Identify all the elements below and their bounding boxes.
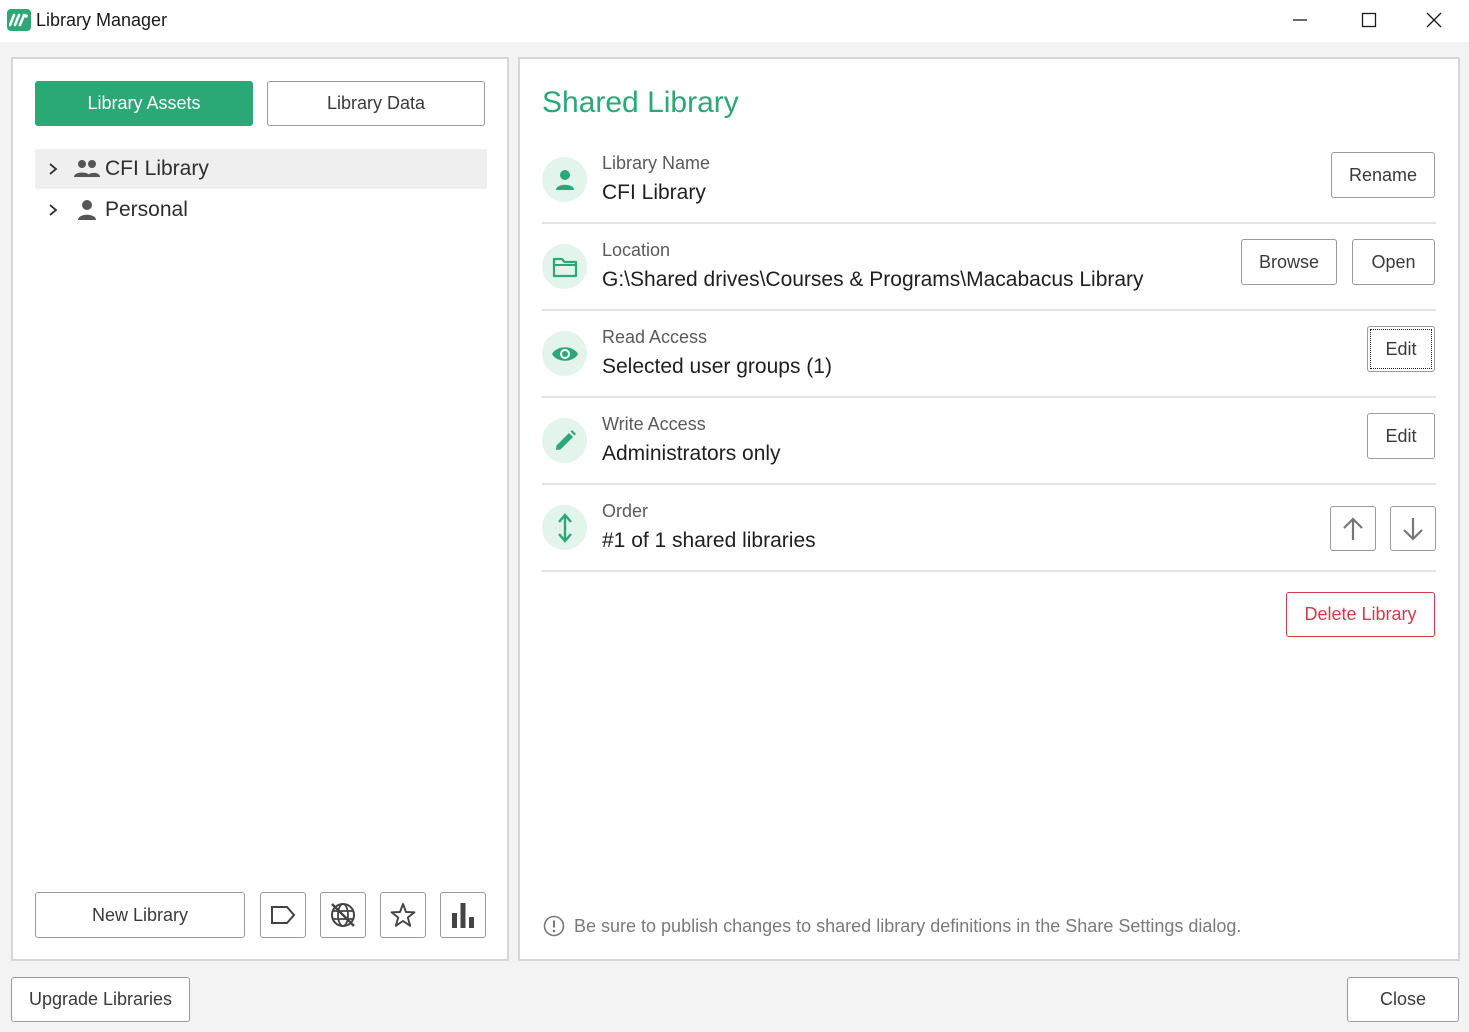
bar-chart-icon: [452, 903, 474, 928]
macabacus-logo-icon: [7, 9, 31, 31]
edit-read-access-button[interactable]: Edit: [1367, 326, 1435, 372]
window-title: Library Manager: [36, 10, 168, 30]
eye-icon: [542, 331, 587, 376]
chevron-right-icon[interactable]: [35, 149, 71, 189]
edit-write-access-button[interactable]: Edit: [1367, 413, 1435, 459]
maximize-button[interactable]: [1334, 0, 1404, 40]
read-access-row: Read Access Selected user groups (1) Edi…: [542, 311, 1436, 398]
person-icon: [542, 157, 587, 202]
write-access-row: Write Access Administrators only Edit: [542, 398, 1436, 485]
write-access-value: Administrators only: [602, 442, 781, 465]
minimize-button[interactable]: [1265, 0, 1335, 40]
tab-library-assets[interactable]: Library Assets: [35, 81, 253, 126]
no-web-icon: [331, 903, 355, 927]
library-name-row: Library Name CFI Library Rename: [542, 137, 1436, 224]
tree-item-label: CFI Library: [105, 157, 209, 180]
no-web-button[interactable]: [320, 892, 366, 938]
close-icon: [1426, 12, 1442, 28]
new-library-button[interactable]: New Library: [35, 892, 245, 938]
tag-icon: [271, 906, 296, 924]
arrow-up-icon: [1343, 516, 1363, 540]
order-value: #1 of 1 shared libraries: [602, 529, 816, 552]
star-icon: [390, 903, 416, 927]
library-details-panel: Shared Library Library Name CFI Library …: [518, 57, 1460, 961]
info-icon: [542, 914, 566, 938]
library-tree-panel: Library Assets Library Data CFI Library …: [11, 57, 509, 961]
location-row: Location G:\Shared drives\Courses & Prog…: [542, 224, 1436, 311]
row-label: Location: [602, 240, 671, 260]
title-bar: Library Manager: [0, 0, 1469, 42]
row-label: Library Name: [602, 153, 711, 173]
tree-item-personal[interactable]: Personal: [35, 190, 487, 230]
tag-button[interactable]: [260, 892, 306, 938]
group-icon: [71, 149, 103, 189]
publish-note-text: Be sure to publish changes to shared lib…: [574, 915, 1242, 936]
section-title: Shared Library: [542, 86, 739, 119]
location-value: G:\Shared drives\Courses & Programs\Maca…: [602, 268, 1144, 291]
statistics-button[interactable]: [440, 892, 486, 938]
folder-icon: [542, 244, 587, 289]
delete-library-button[interactable]: Delete Library: [1286, 592, 1435, 637]
favorite-button[interactable]: [380, 892, 426, 938]
read-access-value: Selected user groups (1): [602, 355, 832, 378]
window-close-button[interactable]: [1399, 0, 1469, 40]
tree-item-label: Personal: [105, 198, 188, 221]
pencil-icon: [542, 418, 587, 463]
browse-button[interactable]: Browse: [1241, 239, 1337, 285]
move-up-button[interactable]: [1330, 506, 1376, 551]
order-row: Order #1 of 1 shared libraries: [542, 485, 1436, 572]
tree-item-cfi-library[interactable]: CFI Library: [35, 149, 487, 189]
row-label: Order: [602, 501, 649, 521]
open-button[interactable]: Open: [1352, 239, 1435, 285]
tab-library-data[interactable]: Library Data: [267, 81, 485, 126]
move-down-button[interactable]: [1390, 506, 1436, 551]
row-label: Write Access: [602, 414, 706, 434]
publish-note: Be sure to publish changes to shared lib…: [542, 914, 1241, 938]
upgrade-libraries-button[interactable]: Upgrade Libraries: [11, 977, 190, 1022]
rename-button[interactable]: Rename: [1331, 152, 1435, 198]
row-label: Read Access: [602, 327, 708, 347]
chevron-right-icon[interactable]: [35, 190, 71, 230]
vertical-arrows-icon: [542, 505, 587, 550]
close-button[interactable]: Close: [1347, 977, 1459, 1022]
minimize-icon: [1293, 19, 1307, 21]
arrow-down-icon: [1403, 517, 1423, 541]
person-icon: [71, 190, 103, 230]
library-name-value: CFI Library: [602, 181, 706, 204]
maximize-icon: [1361, 12, 1377, 28]
